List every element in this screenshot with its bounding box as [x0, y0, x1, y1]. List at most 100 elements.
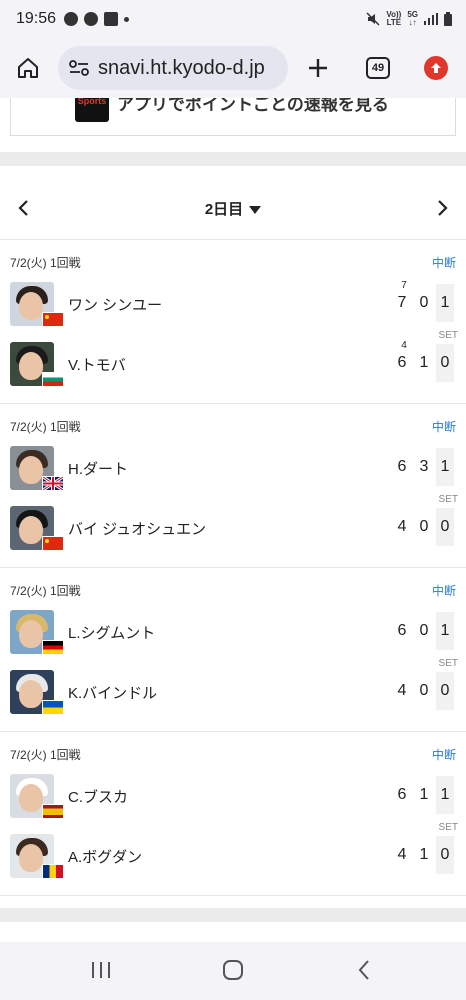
match-card[interactable]: 7/2(火) 1回戦 中断 C.ブスカ 6 1 1 SET A.ボグダン 4 1… — [0, 732, 466, 896]
match-status: 中断 — [431, 748, 456, 762]
url-text: snavi.ht.kyodo-d.jp — [98, 56, 265, 79]
player-row: H.ダート 6 3 1 — [0, 446, 466, 496]
set1-games: 6 — [397, 458, 407, 475]
chevron-right-icon[interactable] — [432, 198, 452, 218]
home-button[interactable] — [8, 48, 48, 88]
system-navigation-bar — [0, 942, 466, 1000]
player-name: H.ダート — [68, 461, 129, 478]
line-app-icon — [64, 12, 78, 26]
sets-won: 0 — [436, 836, 454, 874]
player-name: A.ボグダン — [68, 849, 143, 866]
player-row: ワン シンユー 7 7 0 1 — [0, 280, 466, 332]
set2-games: 0 — [419, 294, 429, 311]
sets-won: 0 — [436, 508, 454, 546]
day-selector[interactable]: 2日目 — [0, 198, 466, 219]
set2-games: 0 — [419, 682, 429, 699]
match-card[interactable]: 7/2(火) 1回戦 中断 L.シグムント 6 0 1 SET K.バインドル … — [0, 568, 466, 732]
browser-toolbar: snavi.ht.kyodo-d.jp 49 — [0, 40, 466, 98]
caret-down-icon — [249, 206, 262, 215]
player-row: バイ ジュオシュエン 4 0 0 — [0, 506, 466, 556]
match-status: 中断 — [431, 420, 456, 434]
address-bar[interactable]: snavi.ht.kyodo-d.jp — [58, 46, 288, 90]
set2-games: 1 — [419, 846, 429, 863]
tiebreak-score: 7 — [401, 280, 407, 291]
recent-apps-icon[interactable] — [90, 960, 112, 980]
set2-games: 1 — [419, 354, 429, 371]
player-row: A.ボグダン 4 1 0 — [0, 834, 466, 884]
plus-icon — [309, 59, 327, 77]
flag-germany-icon — [42, 640, 64, 655]
site-settings-icon — [69, 60, 89, 76]
flag-uk-icon — [42, 475, 64, 492]
set1-games: 6 — [397, 622, 407, 639]
match-card[interactable]: 7/2(火) 1回戦 中断 ワン シンユー 7 7 0 1 SET V.トモバ … — [0, 240, 466, 404]
match-round: 7/2(火) 1回戦 — [10, 420, 81, 434]
page-content: Sports アプリでポイントごとの速報を見る 2日目 7/2(火) 1回戦 中… — [0, 98, 466, 942]
player-name: V.トモバ — [68, 357, 126, 374]
set2-games: 0 — [419, 622, 429, 639]
flag-bulgaria-icon — [42, 372, 64, 387]
section-divider — [0, 152, 466, 166]
match-card[interactable]: 7/2(火) 1回戦 中断 H.ダート 6 3 1 SET バイ ジュオシュエン… — [0, 404, 466, 568]
update-button[interactable] — [416, 48, 456, 88]
set1-games: 6 — [397, 354, 407, 371]
sets-won: 0 — [436, 672, 454, 710]
player-name: L.シグムント — [68, 625, 156, 642]
flag-china-icon — [42, 536, 64, 551]
set1-games: 4 — [397, 518, 407, 535]
status-time: 19:56 — [16, 10, 57, 27]
signal-icon — [424, 13, 438, 25]
player-row: V.トモバ 4 6 1 0 — [0, 340, 466, 392]
player-name: K.バインドル — [68, 685, 158, 702]
set1-games: 7 — [397, 294, 407, 311]
player-name: ワン シンユー — [68, 297, 163, 314]
sets-won: 1 — [436, 448, 454, 486]
set2-games: 3 — [419, 458, 429, 475]
sets-label: SET — [438, 822, 458, 833]
status-bar: 19:56 Vo)) LTE 5G ↓↑ — [0, 0, 466, 40]
player-name: C.ブスカ — [68, 789, 129, 806]
network-5g-indicator: 5G ↓↑ — [407, 10, 418, 27]
match-round: 7/2(火) 1回戦 — [10, 256, 81, 270]
match-status: 中断 — [431, 584, 456, 598]
player-row: L.シグムント 6 0 1 — [0, 610, 466, 660]
sets-label: SET — [438, 494, 458, 505]
flag-china-icon — [42, 312, 64, 327]
tiebreak-score: 4 — [401, 340, 407, 351]
sets-label: SET — [438, 330, 458, 341]
battery-icon — [444, 12, 452, 26]
flag-romania-icon — [42, 864, 64, 879]
match-round: 7/2(火) 1回戦 — [10, 748, 81, 762]
flag-spain-icon — [42, 804, 64, 819]
player-row: C.ブスカ 6 1 1 — [0, 774, 466, 824]
flag-ukraine-icon — [42, 700, 64, 715]
tab-count: 49 — [366, 57, 390, 79]
sets-won: 1 — [436, 776, 454, 814]
notification-icons — [64, 12, 129, 26]
new-tab-button[interactable] — [298, 48, 338, 88]
do-not-disturb-icon — [84, 12, 98, 26]
volte-indicator: Vo)) LTE — [386, 10, 402, 27]
update-arrow-icon — [424, 56, 448, 80]
player-name: バイ ジュオシュエン — [68, 521, 207, 538]
sets-label: SET — [438, 658, 458, 669]
app-banner[interactable]: Sports アプリでポイントごとの速報を見る — [10, 98, 456, 136]
home-nav-icon[interactable] — [222, 960, 244, 980]
app-banner-text: アプリでポイントごとの速報を見る — [117, 98, 389, 114]
day-navigation: 2日目 — [0, 178, 466, 240]
set2-games: 1 — [419, 786, 429, 803]
sets-won: 1 — [436, 612, 454, 650]
tab-switcher-button[interactable]: 49 — [358, 48, 398, 88]
section-divider — [0, 908, 466, 922]
sets-won: 1 — [436, 284, 454, 322]
set2-games: 0 — [419, 518, 429, 535]
mute-icon — [366, 12, 380, 26]
set1-games: 6 — [397, 786, 407, 803]
checkbox-notification-icon — [104, 12, 118, 26]
home-icon — [18, 58, 38, 78]
match-round: 7/2(火) 1回戦 — [10, 584, 81, 598]
back-nav-icon[interactable] — [354, 960, 376, 980]
player-row: K.バインドル 4 0 0 — [0, 670, 466, 720]
system-icons: Vo)) LTE 5G ↓↑ — [366, 11, 452, 27]
match-status: 中断 — [431, 256, 456, 270]
